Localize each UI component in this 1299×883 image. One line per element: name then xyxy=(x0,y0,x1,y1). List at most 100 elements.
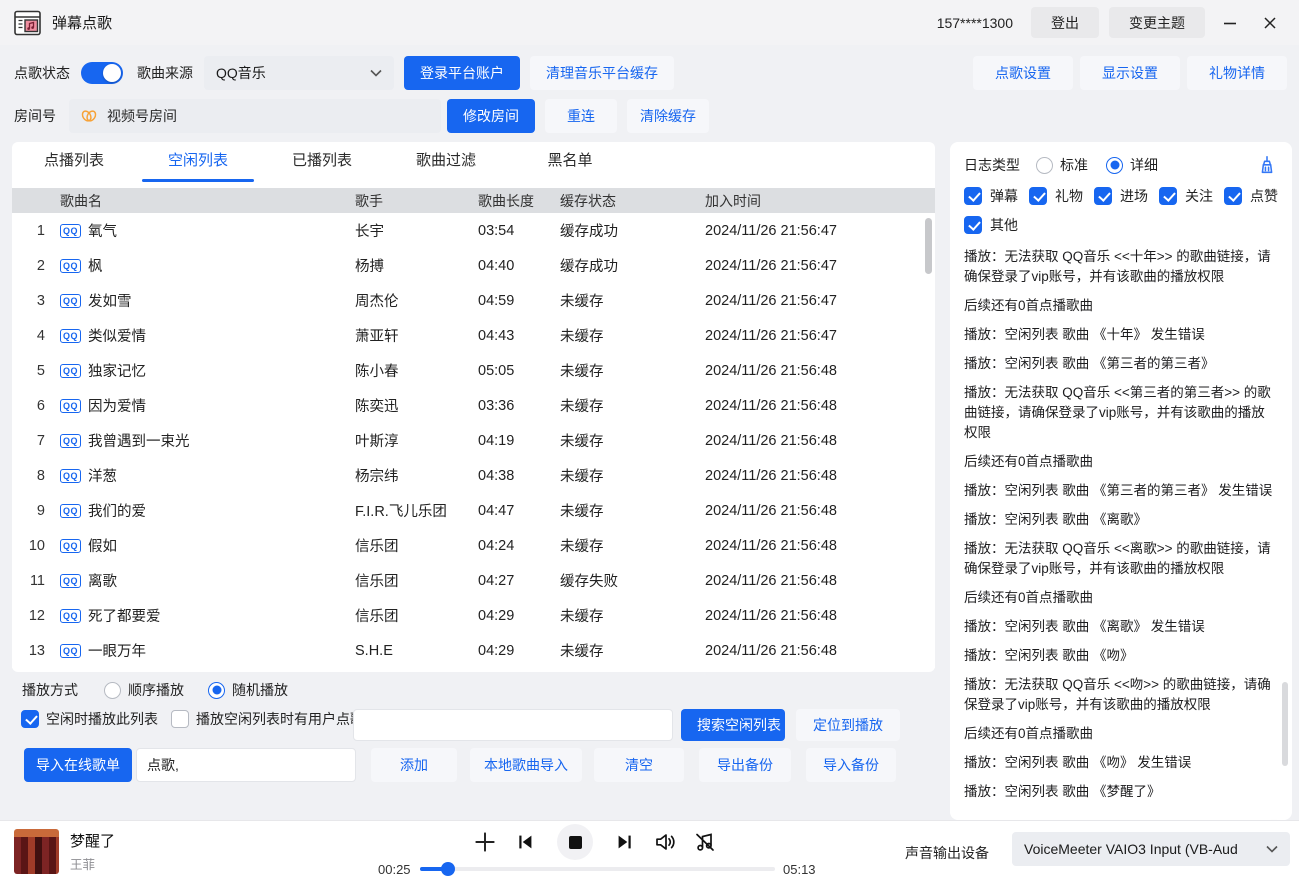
table-row[interactable]: 4 QQ 类似爱情 萧亚轩 04:43 未缓存 2024/11/26 21:56… xyxy=(12,318,935,353)
music-source-select[interactable]: QQ音乐 xyxy=(204,56,394,90)
row-number: 6 xyxy=(12,398,52,414)
export-backup-button[interactable]: 导出备份 xyxy=(699,748,791,782)
login-platform-button[interactable]: 登录平台账户 xyxy=(404,56,520,90)
idle-search-input[interactable] xyxy=(353,709,673,741)
song-name: 我曾遇到一束光 xyxy=(88,430,190,451)
log-entry: 播放：无法获取 QQ音乐 <<十年>> 的歌曲链接，请确保登录了vip账号，并有… xyxy=(964,247,1278,287)
clear-cache-button[interactable]: 清除缓存 xyxy=(627,99,709,133)
next-track-icon[interactable] xyxy=(614,831,636,853)
modify-room-button[interactable]: 修改房间 xyxy=(447,99,535,133)
song-artist: 陈小春 xyxy=(355,360,478,381)
table-row[interactable]: 10 QQ 假如 信乐团 04:24 未缓存 2024/11/26 21:56:… xyxy=(12,528,935,563)
radio-icon xyxy=(1106,157,1123,174)
table-row[interactable]: 8 QQ 洋葱 杨宗纬 04:38 未缓存 2024/11/26 21:56:4… xyxy=(12,458,935,493)
minimize-icon[interactable] xyxy=(1215,8,1245,38)
qq-music-icon: QQ xyxy=(60,364,81,378)
change-theme-button[interactable]: 变更主题 xyxy=(1109,7,1205,38)
qq-music-icon: QQ xyxy=(60,294,81,308)
log-type-radio[interactable]: 详细 xyxy=(1106,155,1158,175)
qq-music-icon: QQ xyxy=(60,434,81,448)
table-row[interactable]: 3 QQ 发如雪 周杰伦 04:59 未缓存 2024/11/26 21:56:… xyxy=(12,283,935,318)
progress-slider[interactable] xyxy=(420,867,775,871)
logout-button[interactable]: 登出 xyxy=(1031,7,1099,38)
search-idle-list-button[interactable]: 搜索空闲列表 xyxy=(681,709,785,741)
row-number: 7 xyxy=(12,433,52,449)
progress-thumb[interactable] xyxy=(441,862,455,876)
player-bar: 梦醒了 王菲 00:25 05:13 声音输出设备 xyxy=(0,820,1299,883)
import-backup-button[interactable]: 导入备份 xyxy=(806,748,896,782)
table-row[interactable]: 5 QQ 独家记忆 陈小春 05:05 未缓存 2024/11/26 21:56… xyxy=(12,353,935,388)
add-button[interactable]: 添加 xyxy=(371,748,457,782)
tab[interactable]: 歌曲过滤 xyxy=(384,142,508,182)
log-filter-checkbox[interactable]: 其他 xyxy=(964,215,1018,235)
audio-output-select[interactable]: VoiceMeeter VAIO3 Input (VB-Aud xyxy=(1012,832,1290,866)
log-filter-checkbox[interactable]: 进场 xyxy=(1094,186,1148,206)
table-row[interactable]: 1 QQ 氧气 长宇 03:54 缓存成功 2024/11/26 21:56:4… xyxy=(12,213,935,248)
list-tabs: 点播列表空闲列表已播列表歌曲过滤黑名单 xyxy=(12,142,935,182)
app-icon xyxy=(14,10,42,36)
toggle-knob xyxy=(103,64,121,82)
tab[interactable]: 空闲列表 xyxy=(136,142,260,182)
play-mode-radios: 顺序播放 随机播放 xyxy=(104,680,288,700)
table-row[interactable]: 9 QQ 我们的爱 F.I.R.飞儿乐团 04:47 未缓存 2024/11/2… xyxy=(12,493,935,528)
log-filter-checkbox[interactable]: 关注 xyxy=(1159,186,1213,206)
settings-button[interactable]: 礼物详情 xyxy=(1187,56,1287,90)
song-status-label: 点歌状态 xyxy=(14,63,70,83)
album-art xyxy=(14,829,59,874)
play-mode-radio[interactable]: 顺序播放 xyxy=(104,680,184,700)
qq-music-icon: QQ xyxy=(60,574,81,588)
table-row[interactable]: 7 QQ 我曾遇到一束光 叶斯淳 04:19 未缓存 2024/11/26 21… xyxy=(12,423,935,458)
radio-icon xyxy=(1036,157,1053,174)
lyrics-off-icon[interactable] xyxy=(693,830,717,854)
row-number: 10 xyxy=(12,538,52,554)
reconnect-button[interactable]: 重连 xyxy=(545,99,617,133)
previous-track-icon[interactable] xyxy=(514,831,536,853)
song-name: 洋葱 xyxy=(88,465,117,486)
locate-playing-button[interactable]: 定位到播放 xyxy=(796,709,900,741)
tab[interactable]: 黑名单 xyxy=(508,142,632,182)
log-scrollbar[interactable] xyxy=(1282,682,1288,766)
song-name: 独家记忆 xyxy=(88,360,146,381)
settings-buttons: 点歌设置显示设置礼物详情 xyxy=(973,56,1287,90)
add-song-icon[interactable] xyxy=(472,829,498,855)
import-online-playlist-button[interactable]: 导入在线歌单 xyxy=(24,748,132,782)
clear-list-button[interactable]: 清空 xyxy=(594,748,684,782)
playlist-input[interactable] xyxy=(136,748,356,782)
log-type-radio[interactable]: 标准 xyxy=(1036,155,1088,175)
settings-button[interactable]: 显示设置 xyxy=(1080,56,1180,90)
log-type-radios: 标准详细 xyxy=(1036,155,1158,175)
added-time: 2024/11/26 21:56:48 xyxy=(705,398,935,414)
room-input[interactable]: 视频号房间 xyxy=(69,99,441,133)
song-table-body: 1 QQ 氧气 长宇 03:54 缓存成功 2024/11/26 21:56:4… xyxy=(12,213,935,668)
idle-option-checkbox[interactable]: 空闲时播放此列表 xyxy=(21,709,158,729)
header-artist: 歌手 xyxy=(355,191,478,211)
toolbar-row-1: 点歌状态 歌曲来源 QQ音乐 登录平台账户 清理音乐平台缓存 点歌设置显示设置礼… xyxy=(14,56,1287,90)
tab[interactable]: 已播列表 xyxy=(260,142,384,182)
table-scrollbar[interactable] xyxy=(925,218,932,274)
radio-icon xyxy=(104,682,121,699)
table-row[interactable]: 6 QQ 因为爱情 陈奕迅 03:36 未缓存 2024/11/26 21:56… xyxy=(12,388,935,423)
clear-log-icon[interactable] xyxy=(1256,154,1278,176)
titlebar-right: 157****1300 登出 变更主题 xyxy=(937,7,1285,38)
log-filter-checkbox[interactable]: 点赞 xyxy=(1224,186,1278,206)
log-filter-checkbox[interactable]: 礼物 xyxy=(1029,186,1083,206)
song-duration: 03:36 xyxy=(478,398,560,414)
table-row[interactable]: 2 QQ 枫 杨搏 04:40 缓存成功 2024/11/26 21:56:47 xyxy=(12,248,935,283)
log-filter-checkbox[interactable]: 弹幕 xyxy=(964,186,1018,206)
close-icon[interactable] xyxy=(1255,8,1285,38)
tab[interactable]: 点播列表 xyxy=(12,142,136,182)
table-row[interactable]: 11 QQ 离歌 信乐团 04:27 缓存失败 2024/11/26 21:56… xyxy=(12,563,935,598)
clean-music-cache-button[interactable]: 清理音乐平台缓存 xyxy=(530,56,674,90)
table-row[interactable]: 12 QQ 死了都要爱 信乐团 04:29 未缓存 2024/11/26 21:… xyxy=(12,598,935,633)
volume-icon[interactable] xyxy=(653,830,677,854)
header-added-time: 加入时间 xyxy=(705,191,935,211)
song-status-toggle[interactable] xyxy=(81,62,123,84)
qq-music-icon: QQ xyxy=(60,469,81,483)
cache-status: 未缓存 xyxy=(560,325,705,346)
log-entry: 播放：空闲列表 歌曲 《梦醒了》 xyxy=(964,782,1278,802)
settings-button[interactable]: 点歌设置 xyxy=(973,56,1073,90)
table-row[interactable]: 13 QQ 一眼万年 S.H.E 04:29 未缓存 2024/11/26 21… xyxy=(12,633,935,668)
stop-icon[interactable] xyxy=(557,824,593,860)
local-import-button[interactable]: 本地歌曲导入 xyxy=(470,748,582,782)
play-mode-radio[interactable]: 随机播放 xyxy=(208,680,288,700)
